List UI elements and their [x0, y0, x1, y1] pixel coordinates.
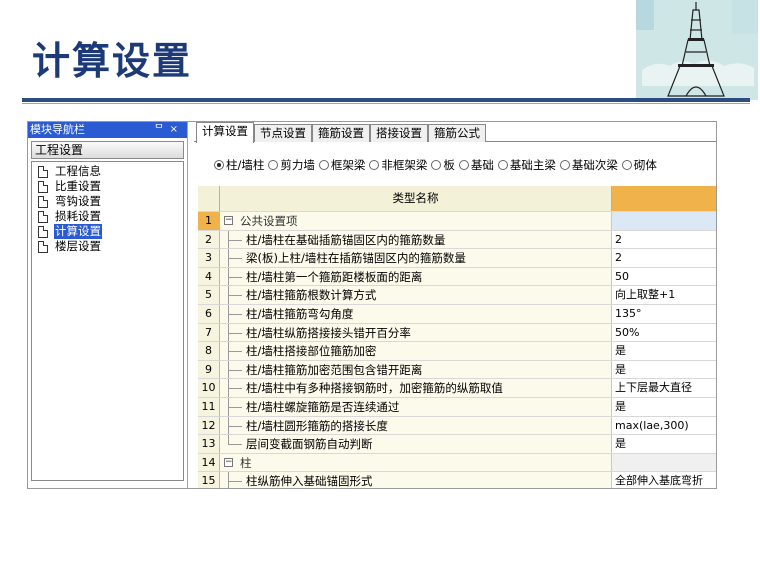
- radio-non-frame-beam[interactable]: 非框架梁: [369, 156, 427, 174]
- radio-dot: [497, 160, 508, 170]
- tab-stirrup-formula[interactable]: 箍筋公式: [428, 124, 486, 142]
- collapse-icon[interactable]: −: [224, 457, 233, 467]
- table-row[interactable]: 6 柱/墙柱箍筋弯勾角度 135°: [198, 303, 716, 323]
- nav-item-calculation-settings[interactable]: 计算设置: [32, 224, 183, 239]
- table-row[interactable]: 1 − 公共设置项: [198, 211, 716, 230]
- radio-dot: [214, 160, 224, 170]
- table-row[interactable]: 3 梁(板)上柱/墙柱在插筋锚固区内的箍筋数量 2: [198, 248, 716, 267]
- module-navigation-panel: 模块导航栏 ᄆ× 工程设置 工程信息 比重设置 弯钩设置 损耗设置 计算设置 楼…: [28, 122, 188, 488]
- nav-titlebar: 模块导航栏 ᄆ×: [28, 122, 187, 138]
- table-row[interactable]: 15 柱纵筋伸入基础锚固形式 全部伸入基底弯折: [198, 471, 716, 488]
- header-value: [612, 186, 716, 211]
- radio-dot: [559, 160, 570, 170]
- radio-column[interactable]: 柱/墙柱: [214, 156, 264, 174]
- document-icon: [38, 165, 48, 178]
- radio-foundation-main-beam[interactable]: 基础主梁: [497, 156, 556, 174]
- title-rule-thin: [22, 103, 750, 104]
- table-row[interactable]: 12 柱/墙柱圆形箍筋的搭接长度 max(lae,300): [198, 415, 716, 435]
- radio-masonry[interactable]: 砌体: [621, 156, 657, 174]
- table-row[interactable]: 4 柱/墙柱第一个箍筋距楼板面的距离 50: [198, 266, 716, 286]
- table-row[interactable]: 11 柱/墙柱螺旋箍筋是否连续通过 是: [198, 396, 716, 416]
- document-icon: [38, 180, 48, 193]
- slide-title: 计算设置: [32, 38, 193, 83]
- nav-item-floor-settings[interactable]: 楼层设置: [32, 239, 183, 254]
- settings-grid: 类型名称 1 − 公共设置项 2 柱/墙柱在基础插筋锚固区内的箍筋数量 2 3 梁…: [198, 186, 716, 488]
- radio-dot: [621, 160, 632, 170]
- nav-section-project-settings[interactable]: 工程设置: [31, 141, 184, 159]
- settings-tabs: 计算设置 节点设置 箍筋设置 搭接设置 箍筋公式: [194, 122, 716, 143]
- grid-header: 类型名称: [198, 186, 716, 211]
- software-screenshot: 模块导航栏 ᄆ× 工程设置 工程信息 比重设置 弯钩设置 损耗设置 计算设置 楼…: [27, 121, 717, 489]
- tab-calculation-settings[interactable]: 计算设置: [196, 122, 254, 143]
- radio-dot: [431, 160, 442, 170]
- table-row[interactable]: 10 柱/墙柱中有多种搭接钢筋时，加密箍筋的纵筋取值 上下层最大直径: [198, 378, 716, 397]
- document-icon: [38, 225, 48, 238]
- table-row[interactable]: 8 柱/墙柱搭接部位箍筋加密 是: [198, 341, 716, 360]
- tab-stirrup-settings[interactable]: 箍筋设置: [312, 124, 370, 142]
- table-row[interactable]: 5 柱/墙柱箍筋根数计算方式 向上取整+1: [198, 285, 716, 304]
- table-row[interactable]: 2 柱/墙柱在基础插筋锚固区内的箍筋数量 2: [198, 229, 716, 249]
- radio-foundation-secondary-beam[interactable]: 基础次梁: [559, 156, 618, 174]
- nav-list: 工程信息 比重设置 弯钩设置 损耗设置 计算设置 楼层设置: [31, 161, 184, 481]
- document-icon: [38, 240, 48, 253]
- table-row[interactable]: 14 − 柱: [198, 452, 716, 472]
- nav-item-project-info[interactable]: 工程信息: [32, 164, 183, 179]
- radio-shear-wall[interactable]: 剪力墙: [268, 156, 315, 174]
- radio-frame-beam[interactable]: 框架梁: [318, 156, 365, 174]
- title-rule: [22, 98, 750, 102]
- pin-icon[interactable]: ᄆ: [154, 124, 169, 135]
- nav-item-loss-settings[interactable]: 损耗设置: [32, 209, 183, 224]
- table-row[interactable]: 13 层间变截面钢筋自动判断 是: [198, 434, 716, 453]
- member-type-radio-group: 柱/墙柱 剪力墙 框架梁 非框架梁 板 基础 基础主梁 基础次梁 砌体: [214, 156, 661, 174]
- radio-dot: [369, 160, 380, 170]
- header-row-number: [198, 186, 220, 211]
- collapse-icon[interactable]: −: [224, 216, 233, 225]
- radio-foundation[interactable]: 基础: [458, 156, 494, 174]
- close-icon[interactable]: ×: [170, 124, 184, 135]
- radio-dot: [318, 160, 329, 170]
- nav-item-hook-settings[interactable]: 弯钩设置: [32, 194, 183, 209]
- radio-slab[interactable]: 板: [431, 156, 455, 174]
- table-row[interactable]: 7 柱/墙柱纵筋搭接接头错开百分率 50%: [198, 322, 716, 342]
- nav-title: 模块导航栏: [30, 123, 85, 136]
- document-icon: [38, 210, 48, 223]
- tab-lap-settings[interactable]: 搭接设置: [370, 124, 428, 142]
- radio-dot: [268, 160, 279, 170]
- header-type-name: 类型名称: [220, 186, 612, 211]
- tab-node-settings[interactable]: 节点设置: [254, 124, 312, 142]
- table-row[interactable]: 9 柱/墙柱箍筋加密范围包含错开距离 是: [198, 359, 716, 379]
- settings-main-panel: 计算设置 节点设置 箍筋设置 搭接设置 箍筋公式 柱/墙柱 剪力墙 框架梁 非框…: [194, 122, 716, 488]
- eiffel-tower-illustration: [636, 0, 758, 100]
- nav-item-weight-settings[interactable]: 比重设置: [32, 179, 183, 194]
- radio-dot: [458, 160, 469, 170]
- document-icon: [38, 195, 48, 208]
